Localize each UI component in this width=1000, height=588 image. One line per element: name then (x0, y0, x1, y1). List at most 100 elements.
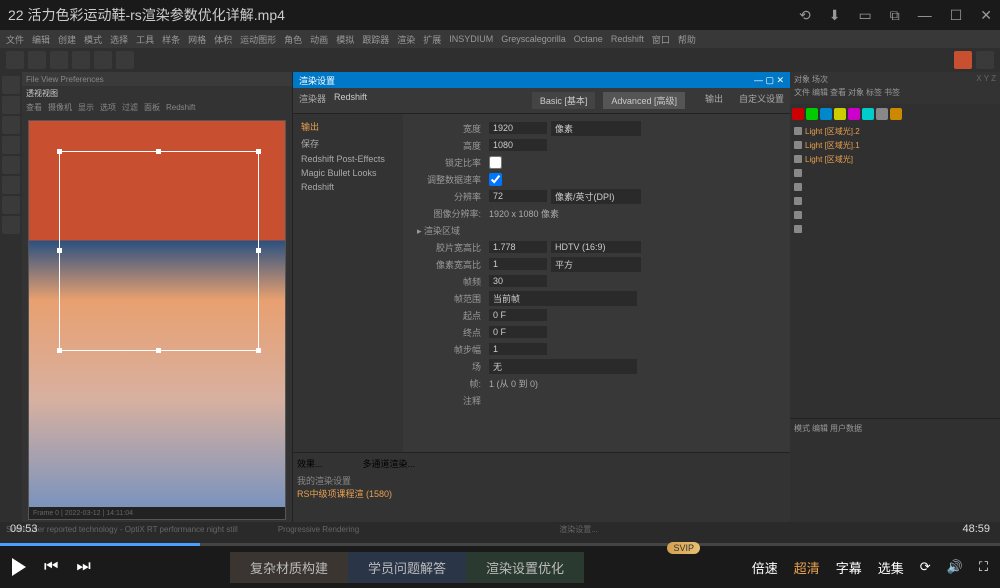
aspect-input[interactable] (489, 241, 547, 253)
object-item[interactable] (792, 222, 998, 236)
swatch-icon[interactable] (806, 108, 818, 120)
vp-menu[interactable]: 过滤 (122, 102, 138, 113)
share-icon[interactable]: ⟲ (799, 7, 811, 24)
height-input[interactable] (489, 139, 547, 151)
course-tab[interactable]: 渲染设置优化 (466, 552, 584, 583)
res-unit[interactable]: 像素/英寸(DPI) (551, 189, 641, 204)
tool-icon[interactable] (116, 51, 134, 69)
resize-handle[interactable] (57, 348, 62, 353)
vp-menu[interactable]: 面板 (144, 102, 160, 113)
resize-handle[interactable] (156, 348, 161, 353)
tool-icon[interactable] (94, 51, 112, 69)
sidebar-rs-post[interactable]: Redshift Post-Effects (297, 152, 399, 166)
vp-menu[interactable]: Redshift (166, 103, 195, 112)
rp-tab-objects[interactable]: 对象 (794, 74, 810, 85)
menu-item[interactable]: 角色 (284, 33, 302, 46)
fullscreen-icon[interactable]: ⛶ (979, 559, 988, 575)
object-item[interactable] (792, 194, 998, 208)
tool-icon[interactable] (976, 51, 994, 69)
menu-item[interactable]: Redshift (611, 34, 644, 44)
maximize-icon[interactable]: ☐ (950, 7, 963, 24)
menu-item[interactable]: 创建 (58, 33, 76, 46)
tool-icon[interactable] (6, 51, 24, 69)
renderer-value[interactable]: Redshift (334, 92, 367, 109)
width-unit[interactable]: 像素 (551, 121, 641, 136)
tool-icon[interactable] (50, 51, 68, 69)
render-preview[interactable]: Frame 0 | 2022-03-12 | 14:11:04 (28, 120, 286, 520)
rp-sub[interactable]: 文件 (794, 87, 810, 98)
object-item[interactable]: Light [区域光].1 (792, 138, 998, 152)
swatch-icon[interactable] (848, 108, 860, 120)
menu-item[interactable]: 模式 (84, 33, 102, 46)
resize-handle[interactable] (57, 248, 62, 253)
menu-item[interactable]: 帮助 (678, 33, 696, 46)
swatch-icon[interactable] (890, 108, 902, 120)
pixel-dd[interactable]: 平方 (551, 257, 641, 272)
tab-output[interactable]: 输出 (705, 92, 723, 109)
rp-sub[interactable]: 查看 (830, 87, 846, 98)
subtitle-button[interactable]: 字幕 (836, 558, 862, 577)
res-input[interactable] (489, 190, 547, 202)
resize-handle[interactable] (156, 149, 161, 154)
attrib-tab[interactable]: 编辑 (812, 423, 828, 434)
tool-icon[interactable] (954, 51, 972, 69)
menu-item[interactable]: 运动图形 (240, 33, 276, 46)
swatch-icon[interactable] (862, 108, 874, 120)
course-tab[interactable]: 学员问题解答 (348, 552, 466, 583)
object-item[interactable]: Light [区域光] (792, 152, 998, 166)
menu-item[interactable]: Octane (574, 34, 603, 44)
to-input[interactable] (489, 326, 547, 338)
pip-icon[interactable]: ⧉ (890, 7, 900, 24)
tool-icon[interactable] (2, 196, 20, 214)
menu-item[interactable]: Greyscalegorilla (501, 34, 566, 44)
aspect-dd[interactable]: HDTV (16:9) (551, 241, 641, 253)
tool-icon[interactable] (2, 116, 20, 134)
object-item[interactable] (792, 208, 998, 222)
menu-item[interactable]: 渲染 (397, 33, 415, 46)
resize-handle[interactable] (256, 149, 261, 154)
tool-icon[interactable] (2, 216, 20, 234)
attrib-tab[interactable]: 用户数据 (830, 423, 862, 434)
from-input[interactable] (489, 309, 547, 321)
rp-tab-takes[interactable]: 场次 (812, 74, 828, 85)
menu-item[interactable]: 样条 (162, 33, 180, 46)
menu-item[interactable]: 窗口 (652, 33, 670, 46)
swatch-icon[interactable] (792, 108, 804, 120)
width-input[interactable] (489, 122, 547, 134)
vp-file-menu[interactable]: File View Preferences (22, 72, 292, 86)
resize-handle[interactable] (256, 348, 261, 353)
region-label[interactable]: 渲染区域 (424, 226, 460, 236)
loop-icon[interactable]: ⟳ (920, 559, 931, 575)
dialog-close-icon[interactable]: — ▢ ✕ (754, 75, 784, 86)
menu-item[interactable]: 网格 (188, 33, 206, 46)
swatch-icon[interactable] (820, 108, 832, 120)
tool-icon[interactable] (2, 96, 20, 114)
tool-icon[interactable] (2, 76, 20, 94)
resize-handle[interactable] (256, 248, 261, 253)
minimize-icon[interactable]: — (918, 7, 932, 24)
menu-item[interactable]: 体积 (214, 33, 232, 46)
object-item[interactable]: Light [区域光].2 (792, 124, 998, 138)
sidebar-output[interactable]: 输出 (297, 118, 399, 135)
attrib-tab[interactable]: 模式 (794, 423, 810, 434)
volume-icon[interactable]: 🔊 (947, 559, 963, 575)
quality-button[interactable]: 超清 (794, 558, 820, 577)
field-dd[interactable]: 无 (489, 359, 637, 374)
lock-checkbox[interactable] (489, 156, 502, 169)
step-input[interactable] (489, 343, 547, 355)
sidebar-mbl[interactable]: Magic Bullet Looks (297, 166, 399, 180)
menu-item[interactable]: 扩展 (423, 33, 441, 46)
tool-icon[interactable] (2, 176, 20, 194)
download-icon[interactable]: ⬇ (829, 7, 841, 24)
rp-sub[interactable]: 书签 (884, 87, 900, 98)
menu-item[interactable]: 动画 (310, 33, 328, 46)
close-icon[interactable]: ✕ (980, 7, 992, 24)
menu-item[interactable]: 跟踪器 (362, 33, 389, 46)
vp-menu[interactable]: 查看 (26, 102, 42, 113)
tool-icon[interactable] (28, 51, 46, 69)
adapt-checkbox[interactable] (489, 173, 502, 186)
rp-sub[interactable]: 标签 (866, 87, 882, 98)
menu-item[interactable]: 模拟 (336, 33, 354, 46)
tool-icon[interactable] (2, 156, 20, 174)
speed-button[interactable]: 倍速 (752, 558, 778, 577)
